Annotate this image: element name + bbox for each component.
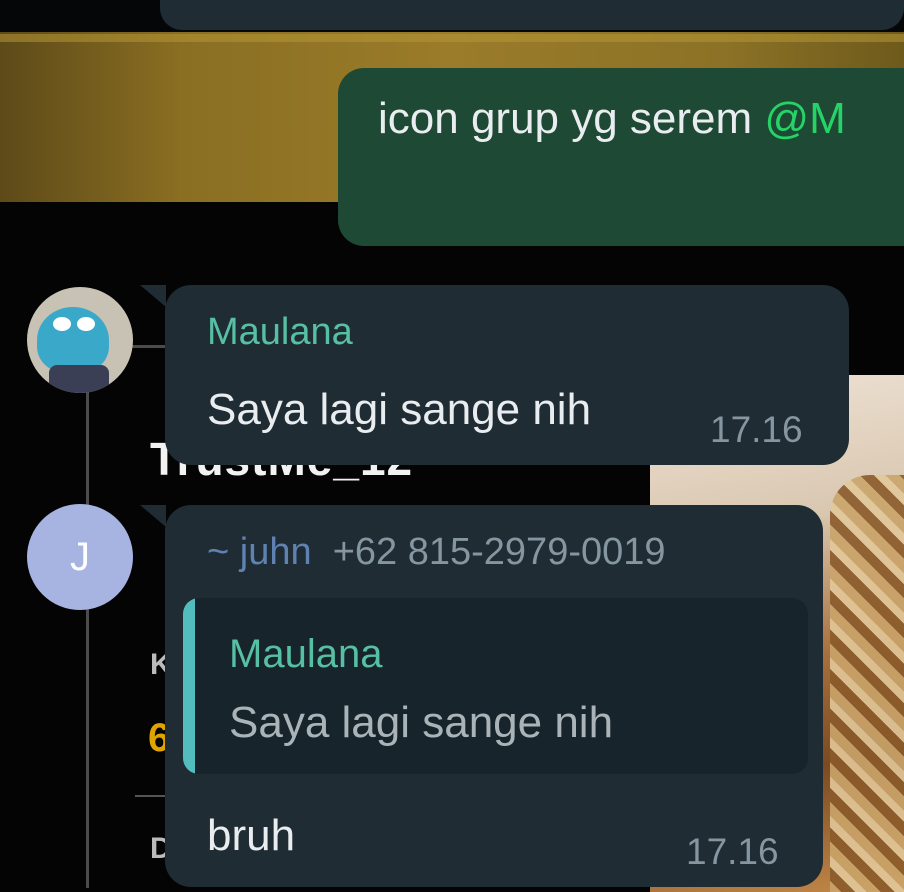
incoming-message-bubble[interactable]: Maulana Saya lagi sange nih 17.16 bbox=[165, 285, 849, 465]
quoted-message[interactable]: Maulana Saya lagi sange nih bbox=[183, 598, 808, 774]
outgoing-message-text: icon grup yg serem @M bbox=[378, 94, 846, 143]
bubble-tail bbox=[140, 285, 166, 307]
sender-header[interactable]: ~ juhn +62 815-2979-0019 bbox=[207, 531, 666, 574]
quote-accent-bar bbox=[183, 598, 195, 774]
previous-message-bubble[interactable] bbox=[160, 0, 904, 30]
sender-phone: +62 815-2979-0019 bbox=[332, 531, 666, 573]
sender-avatar-juhn[interactable]: J bbox=[27, 504, 133, 610]
wallpaper-gold-stripe bbox=[0, 34, 904, 42]
message-text: bruh bbox=[207, 811, 296, 860]
outgoing-message-bubble[interactable]: icon grup yg serem @M bbox=[338, 68, 904, 246]
quoted-message-text: Saya lagi sange nih bbox=[229, 698, 614, 747]
avatar-face bbox=[37, 307, 109, 373]
sender-name: ~ juhn bbox=[207, 531, 312, 573]
quoted-sender-name: Maulana bbox=[229, 632, 383, 676]
message-text: Saya lagi sange nih bbox=[207, 385, 592, 434]
bubble-tail bbox=[140, 505, 166, 527]
sender-avatar-maulana[interactable] bbox=[27, 287, 133, 393]
sender-name[interactable]: Maulana bbox=[207, 311, 353, 354]
message-time: 17.16 bbox=[686, 831, 779, 872]
message-time: 17.16 bbox=[710, 409, 803, 450]
mention-link[interactable]: @M bbox=[764, 94, 845, 143]
